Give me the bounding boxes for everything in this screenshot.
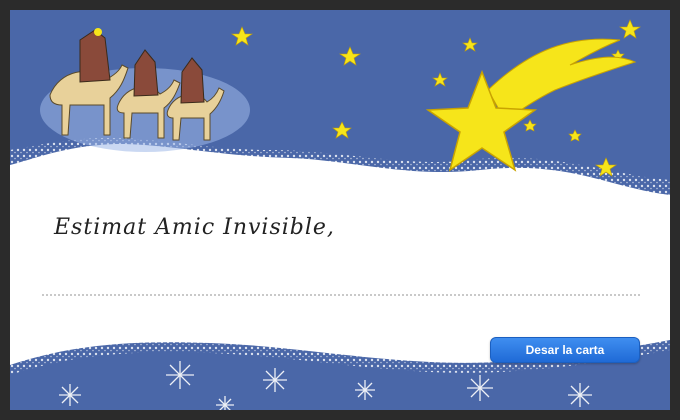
- letter-greeting: Estimat Amic Invisible,: [54, 215, 335, 240]
- letter-message-field[interactable]: [42, 248, 640, 296]
- save-letter-button[interactable]: Desar la carta: [490, 337, 640, 363]
- window-frame: Estimat Amic Invisible, Desar la carta: [0, 0, 680, 420]
- letter-card: Estimat Amic Invisible, Desar la carta: [10, 10, 670, 410]
